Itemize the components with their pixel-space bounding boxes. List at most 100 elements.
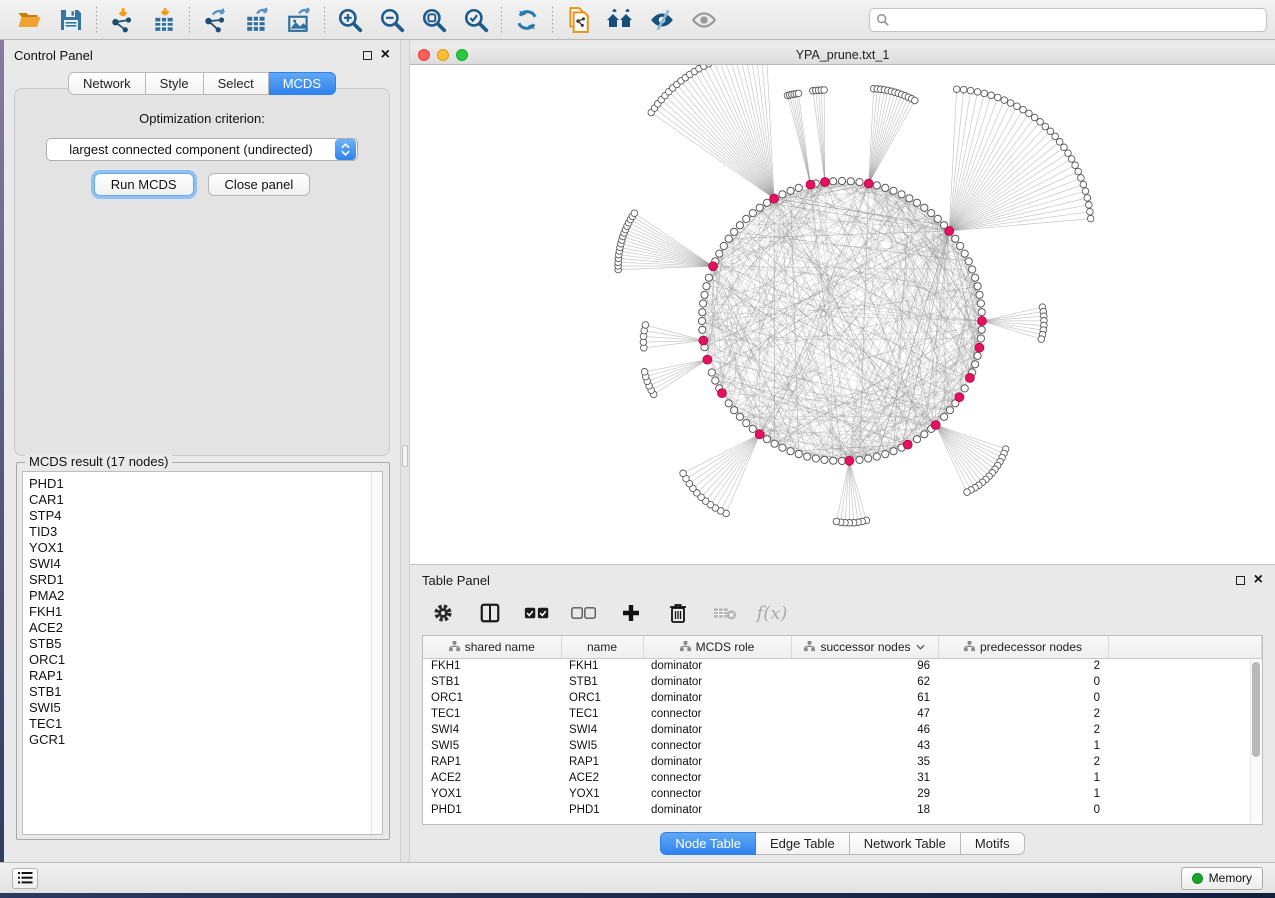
table-row[interactable]: SWI5SWI5connector431 — [423, 738, 1262, 754]
deselect-all-button[interactable] — [571, 600, 597, 626]
home-icon — [606, 8, 634, 32]
mcds-result-item[interactable]: ORC1 — [29, 652, 382, 668]
table-row[interactable]: FKH1FKH1dominator962 — [423, 658, 1262, 674]
mcds-result-item[interactable]: ACE2 — [29, 620, 382, 636]
mcds-node — [955, 393, 964, 402]
tab-network-table[interactable]: Network Table — [850, 832, 961, 855]
mcds-result-group: MCDS result (17 nodes) PHD1CAR1STP4TID3Y… — [16, 462, 390, 840]
tab-style[interactable]: Style — [146, 72, 204, 95]
import-table-button[interactable] — [143, 3, 185, 37]
open-file-button[interactable] — [8, 3, 50, 37]
function-builder-button[interactable]: f(x) — [759, 600, 785, 626]
control-panel-tabs: NetworkStyleSelectMCDS — [4, 72, 400, 95]
mcds-result-item[interactable]: STB1 — [29, 684, 382, 700]
table-row[interactable]: SWI4SWI4dominator462 — [423, 722, 1262, 738]
table-scrollbar[interactable] — [1250, 659, 1262, 823]
zoom-fit-button[interactable] — [413, 3, 455, 37]
save-session-button[interactable] — [50, 3, 92, 37]
run-mcds-button[interactable]: Run MCDS — [94, 173, 194, 196]
mcds-result-list[interactable]: PHD1CAR1STP4TID3YOX1SWI4SRD1PMA2FKH1ACE2… — [22, 471, 383, 835]
column-header-filler — [1108, 636, 1262, 658]
mcds-result-item[interactable]: SWI4 — [29, 556, 382, 572]
mcds-result-item[interactable]: SWI5 — [29, 700, 382, 716]
splitter-grip[interactable] — [402, 445, 408, 467]
mcds-result-item[interactable]: TEC1 — [29, 716, 382, 732]
tab-select[interactable]: Select — [204, 72, 269, 95]
import-network-button[interactable] — [101, 3, 143, 37]
vertical-splitter[interactable] — [400, 40, 410, 862]
export-network-icon — [202, 7, 228, 33]
column-layout-button[interactable] — [477, 600, 503, 626]
zoom-selected-button[interactable] — [455, 3, 497, 37]
tab-edge-table[interactable]: Edge Table — [756, 832, 850, 855]
delete-column-button[interactable] — [665, 600, 691, 626]
select-all-button[interactable] — [524, 600, 550, 626]
toolbar-separator — [552, 7, 553, 33]
network-titlebar[interactable]: YPA_prune.txt_1 — [410, 45, 1275, 65]
column-header-MCDS-role[interactable]: MCDS role — [643, 636, 791, 658]
refresh-button[interactable] — [506, 3, 548, 37]
float-table-panel-icon[interactable] — [1236, 576, 1245, 585]
table-settings-button[interactable] — [430, 600, 456, 626]
zoom-selected-icon — [463, 7, 489, 33]
tab-node-table[interactable]: Node Table — [660, 832, 756, 855]
table-row[interactable]: RAP1RAP1dominator352 — [423, 754, 1262, 770]
mcds-result-item[interactable]: GCR1 — [29, 732, 382, 748]
hide-selected-button[interactable] — [641, 3, 683, 37]
column-header-successor-nodes[interactable]: successor nodes — [791, 636, 938, 658]
float-panel-icon[interactable] — [363, 51, 372, 60]
sort-chevron-icon — [916, 644, 925, 650]
table-row[interactable]: PHD1PHD1dominator180 — [423, 802, 1262, 818]
table-row[interactable]: ACE2ACE2connector311 — [423, 770, 1262, 786]
network-graph[interactable] — [410, 65, 1275, 564]
mcds-result-item[interactable]: PHD1 — [29, 476, 382, 492]
column-header-shared-name[interactable]: shared name — [423, 636, 561, 658]
table-row[interactable]: TEC1TEC1connector472 — [423, 706, 1262, 722]
mcds-result-item[interactable]: FKH1 — [29, 604, 382, 620]
trash-icon — [668, 602, 688, 624]
zoom-in-button[interactable] — [329, 3, 371, 37]
clear-table-button[interactable] — [712, 600, 738, 626]
mcds-node — [821, 178, 830, 187]
mcds-list-scrollbar[interactable] — [371, 472, 382, 834]
table-row[interactable]: YOX1YOX1connector291 — [423, 786, 1262, 802]
tab-network[interactable]: Network — [68, 72, 146, 95]
add-column-button[interactable] — [618, 600, 644, 626]
network-canvas[interactable] — [410, 65, 1275, 564]
table-scrollbar-thumb[interactable] — [1252, 662, 1260, 757]
search-box[interactable] — [869, 8, 1267, 32]
mcds-result-item[interactable]: CAR1 — [29, 492, 382, 508]
mcds-result-item[interactable]: STB5 — [29, 636, 382, 652]
column-header-predecessor-nodes[interactable]: predecessor nodes — [938, 636, 1108, 658]
table-row[interactable]: STB1STB1dominator620 — [423, 674, 1262, 690]
table-row[interactable]: ORC1ORC1dominator610 — [423, 690, 1262, 706]
memory-button[interactable]: Memory — [1181, 867, 1263, 890]
task-history-button[interactable] — [12, 868, 38, 889]
mcds-node — [864, 179, 873, 188]
mcds-result-item[interactable]: TID3 — [29, 524, 382, 540]
export-image-icon — [286, 7, 312, 33]
mcds-node — [966, 374, 975, 383]
export-image-button[interactable] — [278, 3, 320, 37]
mcds-node — [755, 430, 764, 439]
close-panel-button[interactable]: Close panel — [208, 173, 311, 196]
mcds-node — [770, 194, 779, 203]
mcds-result-item[interactable]: PMA2 — [29, 588, 382, 604]
mcds-result-item[interactable]: STP4 — [29, 508, 382, 524]
export-network-button[interactable] — [194, 3, 236, 37]
zoom-out-button[interactable] — [371, 3, 413, 37]
export-table-button[interactable] — [236, 3, 278, 37]
column-header-name[interactable]: name — [561, 636, 643, 658]
mcds-result-item[interactable]: RAP1 — [29, 668, 382, 684]
search-input[interactable] — [890, 10, 1260, 30]
close-panel-icon[interactable]: × — [381, 50, 390, 60]
tab-motifs[interactable]: Motifs — [961, 832, 1025, 855]
home-button[interactable] — [599, 3, 641, 37]
show-all-button[interactable] — [683, 3, 725, 37]
optimization-criterion-select[interactable]: largest connected component (undirected) — [46, 138, 358, 161]
mcds-result-item[interactable]: SRD1 — [29, 572, 382, 588]
share-document-button[interactable] — [557, 3, 599, 37]
tab-mcds[interactable]: MCDS — [269, 72, 336, 95]
close-table-panel-icon[interactable]: × — [1254, 575, 1263, 585]
mcds-result-item[interactable]: YOX1 — [29, 540, 382, 556]
